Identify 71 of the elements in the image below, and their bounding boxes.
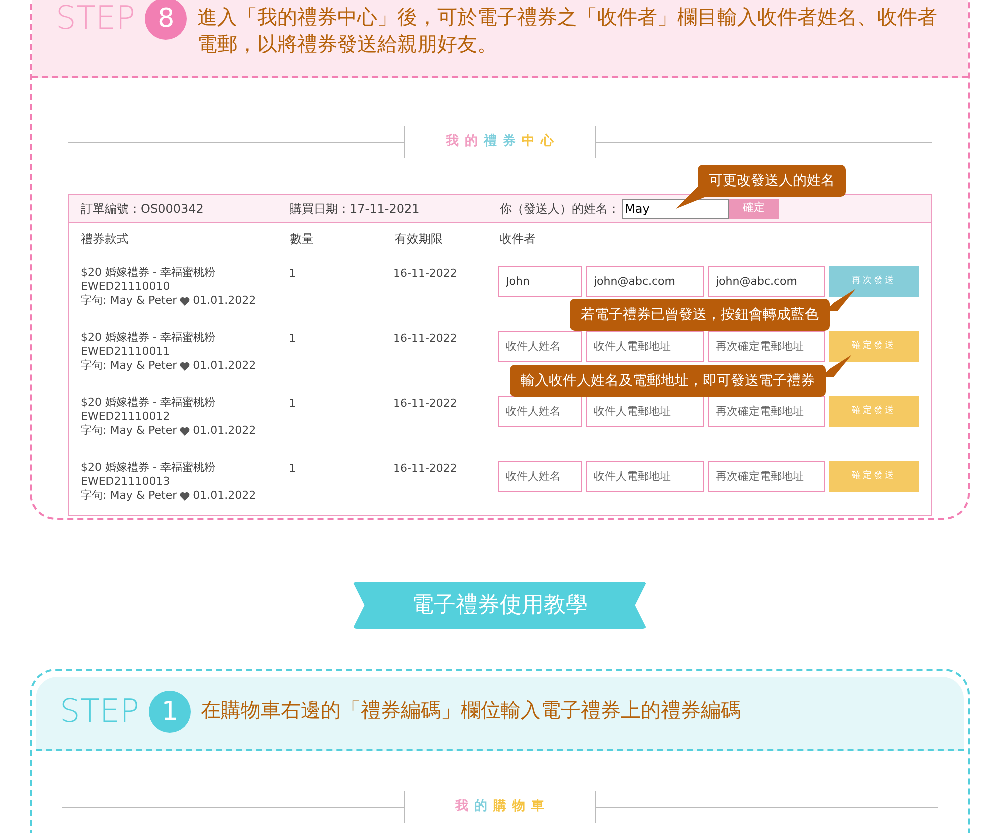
input-field[interactable]: 收件人姓名 <box>498 461 582 492</box>
step-label: STEP <box>60 691 140 731</box>
voucher-code: EWED21110012 <box>81 410 172 424</box>
section-banner: 電子禮券使用教學 <box>353 582 647 629</box>
send-button[interactable]: 確定發送 <box>829 396 919 427</box>
step-instruction: 在購物車右邊的「禮券編碼」欄位輸入電子禮券上的禮券編碼 <box>201 697 742 724</box>
column-header: 有效期限 <box>395 231 444 248</box>
confirm-button[interactable]: 確定 <box>729 198 779 218</box>
voucher-name: $20 婚嫁禮券 - 幸福蜜桃粉 <box>81 266 216 280</box>
title-character: 券 <box>503 133 516 152</box>
sender-name-field[interactable]: May <box>622 198 729 218</box>
input-field[interactable]: 收件人電郵地址 <box>586 396 704 427</box>
expiry-date: 16-11-2022 <box>394 396 458 412</box>
send-button[interactable]: 確定發送 <box>829 331 919 362</box>
voucher-message: 字句: May & Peter <box>81 294 178 308</box>
message-date: 01.01.2022 <box>193 424 256 438</box>
title-character: 禮 <box>484 132 497 152</box>
voucher-code: EWED21110011 <box>81 345 172 359</box>
send-button[interactable]: 再次發送 <box>829 266 919 297</box>
quantity-cell-text: 1 <box>289 461 297 477</box>
order-number: 訂單編號：OS000342 <box>81 200 205 218</box>
input-field[interactable]: 收件人姓名 <box>498 396 582 427</box>
title-character: 中 <box>522 133 535 152</box>
voucher-code: EWED21110010 <box>81 280 172 294</box>
callout-pointer <box>676 187 706 209</box>
sender-label: 你（發送人）的姓名： <box>500 200 620 218</box>
title-character: 購 <box>494 798 506 816</box>
title-character: 車 <box>532 798 544 816</box>
voucher-message: 字句: May & Peter <box>81 359 178 373</box>
title-character: 的 <box>465 133 478 152</box>
step-number: 8 <box>145 0 188 40</box>
quantity-cell-text: 1 <box>289 331 297 347</box>
column-header: 禮券款式 <box>81 231 130 248</box>
step-instruction: 進入「我的禮券中心」後，可於電子禮券之「收件者」欄目輸入收件者姓名、收件者電郵，以將禮券發送給親朋好友。 <box>197 4 938 58</box>
step-number: 1 <box>149 691 192 733</box>
voucher-name: $20 婚嫁禮券 - 幸福蜜桃粉 <box>81 331 216 345</box>
title-character: 的 <box>474 798 488 816</box>
voucher-name: $20 婚嫁禮券 - 幸福蜜桃粉 <box>81 396 216 410</box>
input-field[interactable]: 收件人姓名 <box>498 331 582 362</box>
purchase-date: 購買日期：17-11-2021 <box>290 200 421 218</box>
input-field[interactable]: 收件人電郵地址 <box>586 461 704 492</box>
message-date: 01.01.2022 <box>193 359 256 373</box>
heart-icon <box>180 296 190 306</box>
expiry-date: 16-11-2022 <box>394 331 458 347</box>
input-field[interactable]: 再次確定電郵地址 <box>708 331 825 362</box>
voucher-code: EWED21110013 <box>81 475 172 489</box>
voucher-name: $20 婚嫁禮券 - 幸福蜜桃粉 <box>81 461 216 475</box>
message-date: 01.01.2022 <box>193 294 256 308</box>
send-button[interactable]: 確定發送 <box>829 461 919 492</box>
step-label: STEP <box>56 0 136 38</box>
quantity-cell-text: 1 <box>289 396 297 412</box>
heart-icon <box>180 362 190 370</box>
expiry-date: 16-11-2022 <box>394 266 458 282</box>
voucher-message: 字句: May & Peter <box>81 424 178 438</box>
input-field[interactable]: 收件人電郵地址 <box>586 331 704 362</box>
title-character: 物 <box>512 798 526 816</box>
title-character: 心 <box>541 132 554 152</box>
column-header: 數量 <box>290 231 315 248</box>
title-character: 我 <box>456 798 468 816</box>
heart-icon <box>180 492 190 500</box>
input-field[interactable]: john@abc.com <box>586 266 704 297</box>
input-field[interactable]: john@abc.com <box>708 266 825 297</box>
message-date: 01.01.2022 <box>193 489 256 503</box>
column-header: 收件者 <box>500 231 536 248</box>
title-character: 我 <box>446 133 459 152</box>
heart-icon <box>180 426 190 436</box>
expiry-date: 16-11-2022 <box>394 461 458 477</box>
input-field[interactable]: 再次確定電郵地址 <box>708 396 825 427</box>
voucher-message: 字句: May & Peter <box>81 489 178 503</box>
input-field[interactable]: 再次確定電郵地址 <box>708 461 825 492</box>
quantity-cell-text: 1 <box>289 266 297 282</box>
